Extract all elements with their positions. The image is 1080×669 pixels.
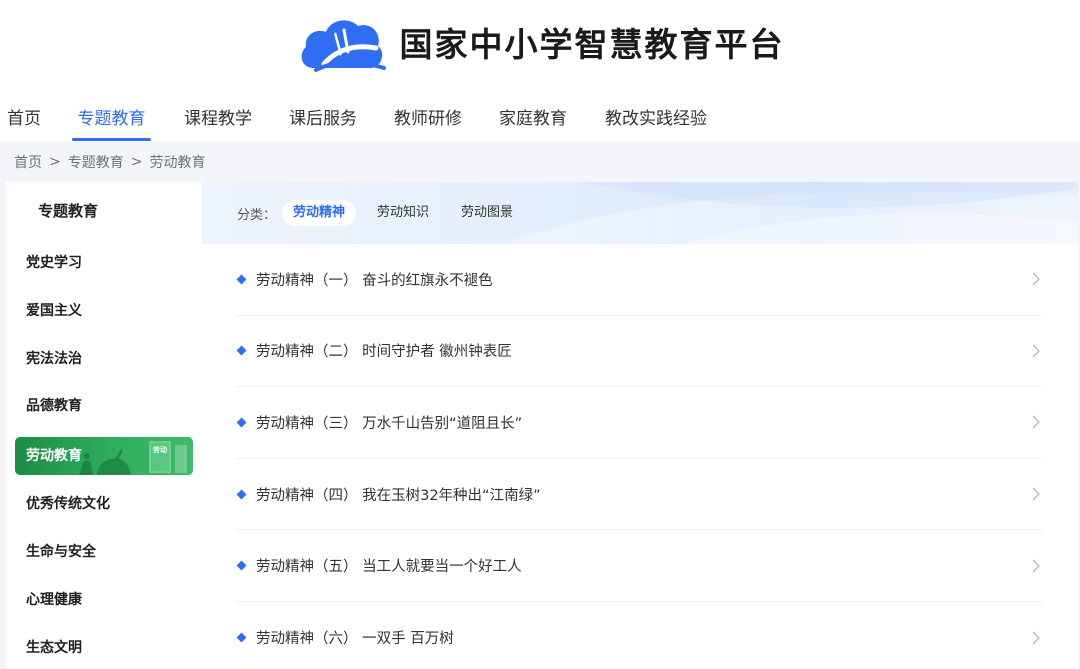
sidebar-item-constitution-law[interactable]: 宪法法治 <box>6 336 202 384</box>
site-logo[interactable]: 国家中小学智慧教育平台 <box>296 10 785 74</box>
list-item[interactable]: 劳动精神（六） 一双手 百万树 <box>236 602 1042 669</box>
sidebar-item-life-safety[interactable]: 生命与安全 <box>6 529 202 577</box>
diamond-bullet-icon <box>236 560 247 571</box>
sidebar-item-party-history[interactable]: 党史学习 <box>6 240 202 288</box>
sidebar-title: 专题教育 <box>38 202 99 220</box>
sidebar-item-label: 宪法法治 <box>26 350 82 367</box>
list-item[interactable]: 劳动精神（五） 当工人就要当一个好工人 <box>236 530 1042 602</box>
sidebar-item-patriotism[interactable]: 爱国主义 <box>6 288 202 336</box>
list-item[interactable]: 劳动精神（三） 万水千山告别“道阻且长” <box>236 387 1042 459</box>
site-title: 国家中小学智慧教育平台 <box>399 25 785 64</box>
category-filter-bar: 分类： 劳动精神 劳动知识 劳动图景 <box>202 182 1078 244</box>
nav-item-courses[interactable]: 课程教学 <box>184 100 252 142</box>
book-cover-text: 劳动 <box>153 445 167 454</box>
diamond-bullet-icon <box>236 345 247 356</box>
sidebar-item-label: 生命与安全 <box>26 543 96 560</box>
filter-chip-labor-scenes[interactable]: 劳动图景 <box>450 200 524 226</box>
sidebar-item-label: 心理健康 <box>26 591 82 608</box>
nav-item-topic-education[interactable]: 专题教育 <box>72 100 151 142</box>
list-item-title: 劳动精神（四） 我在玉树32年种出“江南绿” <box>256 487 541 504</box>
chevron-right-icon <box>1032 559 1040 573</box>
cloud-logo-icon <box>301 20 386 72</box>
list-item[interactable]: 劳动精神（一） 奋斗的红旗永不褪色 <box>236 244 1042 316</box>
chevron-right-icon <box>1032 631 1040 645</box>
header: 国家中小学智慧教育平台 <box>0 0 1080 100</box>
sidebar-item-moral-education[interactable]: 品德教育 <box>6 383 202 431</box>
filter-chip-labor-spirit[interactable]: 劳动精神 <box>282 200 357 226</box>
sidebar-item-label: 品德教育 <box>26 398 82 415</box>
farmer-silhouette-icon <box>79 449 131 476</box>
book-icon: 劳动 <box>149 441 187 474</box>
diamond-bullet-icon <box>236 417 247 428</box>
sidebar-item-mental-health[interactable]: 心理健康 <box>6 577 202 625</box>
diamond-bullet-icon <box>236 632 247 643</box>
nav-item-home[interactable]: 首页 <box>7 100 41 142</box>
chevron-right-icon <box>1032 487 1040 501</box>
sidebar-item-traditional-culture[interactable]: 优秀传统文化 <box>6 481 202 529</box>
sidebar-item-label: 爱国主义 <box>26 302 82 319</box>
list-item-title: 劳动精神（二） 时间守护者 徽州钟表匠 <box>256 344 512 361</box>
breadcrumb-home[interactable]: 首页 <box>14 152 42 172</box>
list-item[interactable]: 劳动精神（四） 我在玉树32年种出“江南绿” <box>236 459 1042 531</box>
sidebar-item-label: 劳动教育 <box>26 448 82 465</box>
filter-label: 分类： <box>237 207 277 223</box>
sidebar-item-ecology[interactable]: 生态文明 <box>6 625 202 669</box>
sidebar: 专题教育 党史学习 爱国主义 宪法法治 品德教育 劳动 劳动教育 优秀传统文化 … <box>6 182 202 669</box>
diamond-bullet-icon <box>236 274 247 285</box>
list-item-title: 劳动精神（五） 当工人就要当一个好工人 <box>256 559 522 576</box>
sidebar-item-label: 党史学习 <box>26 255 82 271</box>
nav-item-reform-practice[interactable]: 教改实践经验 <box>605 100 707 142</box>
list-item-title: 劳动精神（三） 万水千山告别“道阻且长” <box>256 415 523 432</box>
main-panel: 分类： 劳动精神 劳动知识 劳动图景 劳动精神（一） 奋斗的红旗永不褪色 劳动精… <box>202 182 1078 669</box>
chevron-right-icon <box>1032 344 1040 358</box>
nav-item-teacher-training[interactable]: 教师研修 <box>394 100 462 142</box>
top-nav: 首页 专题教育 课程教学 课后服务 教师研修 家庭教育 教改实践经验 <box>0 100 1080 142</box>
breadcrumb: 首页 > 专题教育 > 劳动教育 <box>14 142 205 182</box>
breadcrumb-separator: > <box>130 154 143 170</box>
chevron-right-icon <box>1032 272 1040 286</box>
sidebar-item-labor-education[interactable]: 劳动 劳动教育 <box>15 437 193 476</box>
nav-item-family-education[interactable]: 家庭教育 <box>499 100 567 142</box>
list-item-title: 劳动精神（一） 奋斗的红旗永不褪色 <box>256 272 493 289</box>
diamond-bullet-icon <box>236 489 247 500</box>
breadcrumb-separator: > <box>49 154 61 170</box>
chevron-right-icon <box>1032 416 1040 429</box>
nav-item-after-school[interactable]: 课后服务 <box>289 100 357 142</box>
content-list: 劳动精神（一） 奋斗的红旗永不褪色 劳动精神（二） 时间守护者 徽州钟表匠 劳动… <box>236 244 1042 669</box>
breadcrumb-current: 劳动教育 <box>149 155 206 171</box>
sidebar-item-label: 生态文明 <box>26 639 82 656</box>
filter-chip-labor-knowledge[interactable]: 劳动知识 <box>366 200 440 226</box>
list-item[interactable]: 劳动精神（二） 时间守护者 徽州钟表匠 <box>236 316 1042 388</box>
breadcrumb-topic-education[interactable]: 专题教育 <box>68 152 124 172</box>
list-item-title: 劳动精神（六） 一双手 百万树 <box>256 631 454 648</box>
sidebar-item-label: 优秀传统文化 <box>26 496 110 513</box>
